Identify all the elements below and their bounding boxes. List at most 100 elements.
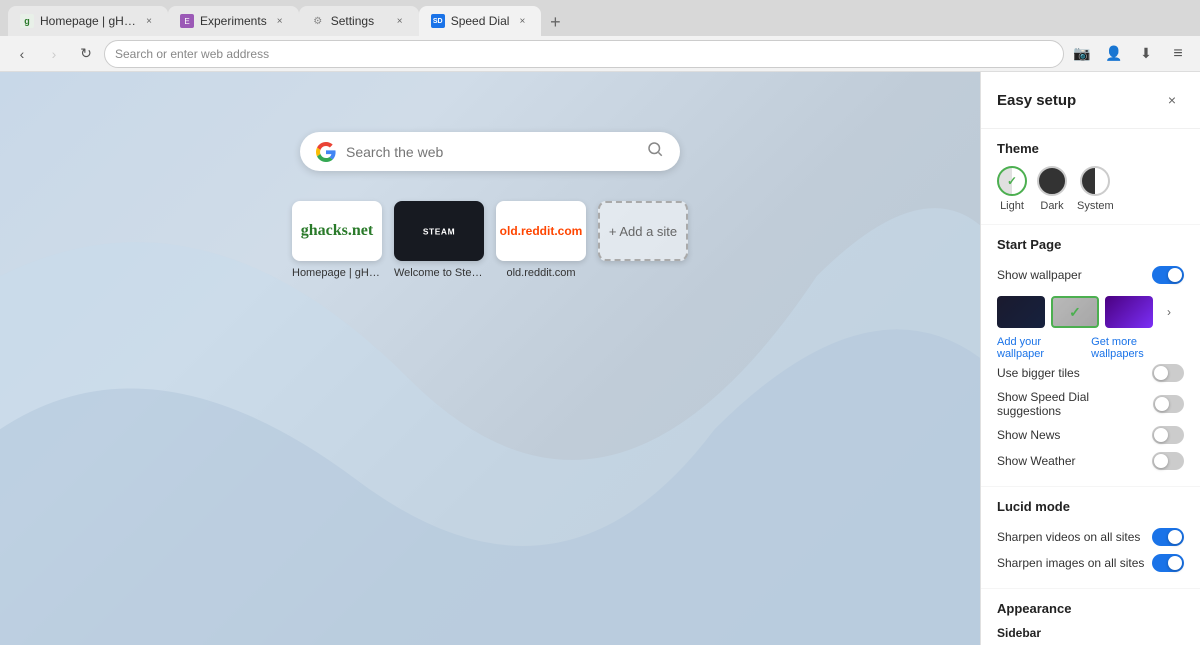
add-wallpaper-link[interactable]: Add your wallpaper (997, 336, 1083, 360)
tab-ghacks[interactable]: g Homepage | gHacks Tech... × (8, 6, 168, 36)
show-weather-label: Show Weather (997, 454, 1076, 468)
tab-label-speeddial: Speed Dial (451, 14, 510, 28)
tab-experiments[interactable]: E Experiments × (168, 6, 299, 36)
sharpen-images-row: Sharpen images on all sites (997, 550, 1184, 576)
get-more-wallpapers-link[interactable]: Get more wallpapers (1091, 336, 1184, 360)
new-tab-page: ghacks.net Homepage | gHack... STEAM Wel… (0, 72, 980, 645)
svg-text:STEAM: STEAM (423, 227, 455, 237)
address-text: Search or enter web address (115, 47, 269, 61)
theme-option-dark[interactable]: Dark (1037, 166, 1067, 212)
theme-circle-system (1080, 166, 1110, 196)
toolbar: ‹ › ↻ Search or enter web address 📷 👤 ⬇ … (0, 36, 1200, 72)
show-wallpaper-label: Show wallpaper (997, 268, 1082, 282)
wallpaper-row: ✓ › (997, 296, 1184, 328)
theme-option-system[interactable]: System (1077, 166, 1114, 212)
tab-favicon-settings: ⚙ (311, 14, 325, 28)
search-bar[interactable] (300, 132, 680, 171)
add-site-text: + Add a site (609, 224, 677, 239)
tab-favicon-experiments: E (180, 14, 194, 28)
appearance-section: Appearance Sidebar On (981, 589, 1200, 645)
dial-tile-reddit: old.reddit.com (496, 201, 586, 261)
show-wallpaper-toggle[interactable] (1152, 266, 1184, 284)
wallpaper-next-arrow[interactable]: › (1159, 296, 1179, 328)
theme-check-light: ✓ (1007, 174, 1017, 188)
tab-label-experiments: Experiments (200, 14, 267, 28)
tab-settings[interactable]: ⚙ Settings × (299, 6, 419, 36)
steam-logo-svg: STEAM (409, 216, 469, 246)
sharpen-images-label: Sharpen images on all sites (997, 556, 1144, 570)
start-page-section: Start Page Show wallpaper ✓ (981, 225, 1200, 487)
show-news-label: Show News (997, 428, 1060, 442)
sharpen-videos-row: Sharpen videos on all sites (997, 524, 1184, 550)
browser-chrome: g Homepage | gHacks Tech... × E Experime… (0, 0, 1200, 72)
search-input[interactable] (346, 144, 636, 160)
theme-circle-dark (1037, 166, 1067, 196)
dial-label-ghacks: Homepage | gHack... (292, 267, 382, 279)
tab-close-ghacks[interactable]: × (142, 14, 156, 28)
tab-favicon-ghacks: g (20, 14, 34, 28)
menu-button[interactable]: ≡ (1164, 40, 1192, 68)
tab-label-ghacks: Homepage | gHacks Tech... (40, 14, 136, 28)
address-bar[interactable]: Search or enter web address (104, 40, 1064, 68)
use-bigger-tiles-label: Use bigger tiles (997, 366, 1080, 380)
sharpen-images-toggle[interactable] (1152, 554, 1184, 572)
lucid-mode-section-title: Lucid mode (997, 499, 1184, 514)
theme-label-system: System (1077, 200, 1114, 212)
dial-item-add[interactable]: + Add a site (598, 201, 688, 279)
theme-option-light[interactable]: ✓ Light (997, 166, 1027, 212)
use-bigger-tiles-toggle[interactable] (1152, 364, 1184, 382)
speed-dial: ghacks.net Homepage | gHack... STEAM Wel… (292, 201, 688, 279)
back-button[interactable]: ‹ (8, 40, 36, 68)
dial-tile-ghacks: ghacks.net (292, 201, 382, 261)
profile-button[interactable]: 👤 (1100, 40, 1128, 68)
theme-label-dark: Dark (1040, 200, 1063, 212)
search-submit-icon[interactable] (646, 140, 664, 163)
dial-tile-steam: STEAM (394, 201, 484, 261)
dial-tile-add: + Add a site (598, 201, 688, 261)
show-weather-toggle[interactable] (1152, 452, 1184, 470)
sharpen-videos-label: Sharpen videos on all sites (997, 530, 1140, 544)
show-speed-dial-label: Show Speed Dial suggestions (997, 390, 1153, 418)
appearance-section-title: Appearance (997, 601, 1184, 616)
tab-close-experiments[interactable]: × (273, 14, 287, 28)
show-wallpaper-row: Show wallpaper (997, 262, 1184, 288)
refresh-button[interactable]: ↻ (72, 40, 100, 68)
new-tab-button[interactable]: + (541, 8, 569, 36)
ghacks-logo-text: ghacks.net (301, 222, 373, 240)
theme-circle-light: ✓ (997, 166, 1027, 196)
show-weather-row: Show Weather (997, 448, 1184, 474)
camera-button[interactable]: 📷 (1068, 40, 1096, 68)
wallpaper-thumb-purple[interactable] (1105, 296, 1153, 328)
show-speed-dial-row: Show Speed Dial suggestions (997, 386, 1184, 422)
forward-button[interactable]: › (40, 40, 68, 68)
wallpaper-check-light: ✓ (1053, 298, 1097, 326)
tab-close-settings[interactable]: × (393, 14, 407, 28)
dial-item-steam[interactable]: STEAM Welcome to Steam (394, 201, 484, 279)
show-news-toggle[interactable] (1152, 426, 1184, 444)
theme-section: Theme ✓ Light Dark (981, 129, 1200, 225)
tab-speeddial[interactable]: SD Speed Dial × (419, 6, 542, 36)
wallpaper-thumb-dark[interactable] (997, 296, 1045, 328)
lucid-mode-section: Lucid mode Sharpen videos on all sites S… (981, 487, 1200, 589)
toolbar-right: 📷 👤 ⬇ ≡ (1068, 40, 1192, 68)
sharpen-videos-toggle[interactable] (1152, 528, 1184, 546)
wallpaper-thumb-light[interactable]: ✓ (1051, 296, 1099, 328)
theme-label-light: Light (1000, 200, 1024, 212)
panel-header: Easy setup × (981, 72, 1200, 129)
dial-item-ghacks[interactable]: ghacks.net Homepage | gHack... (292, 201, 382, 279)
dial-label-reddit: old.reddit.com (496, 267, 586, 279)
easy-setup-panel: Easy setup × Theme ✓ Light Dark (980, 72, 1200, 645)
dial-item-reddit[interactable]: old.reddit.com old.reddit.com (496, 201, 586, 279)
panel-title: Easy setup (997, 92, 1076, 109)
reddit-logo-text: old.reddit.com (500, 224, 583, 238)
theme-options: ✓ Light Dark System (997, 166, 1184, 212)
start-page-section-title: Start Page (997, 237, 1184, 252)
panel-close-button[interactable]: × (1160, 88, 1184, 112)
show-speed-dial-toggle[interactable] (1153, 395, 1184, 413)
tab-close-speeddial[interactable]: × (515, 14, 529, 28)
use-bigger-tiles-row: Use bigger tiles (997, 360, 1184, 386)
download-button[interactable]: ⬇ (1132, 40, 1160, 68)
wallpaper-links: Add your wallpaper Get more wallpapers (997, 336, 1184, 360)
theme-section-title: Theme (997, 141, 1184, 156)
search-bar-wrap (300, 132, 680, 171)
